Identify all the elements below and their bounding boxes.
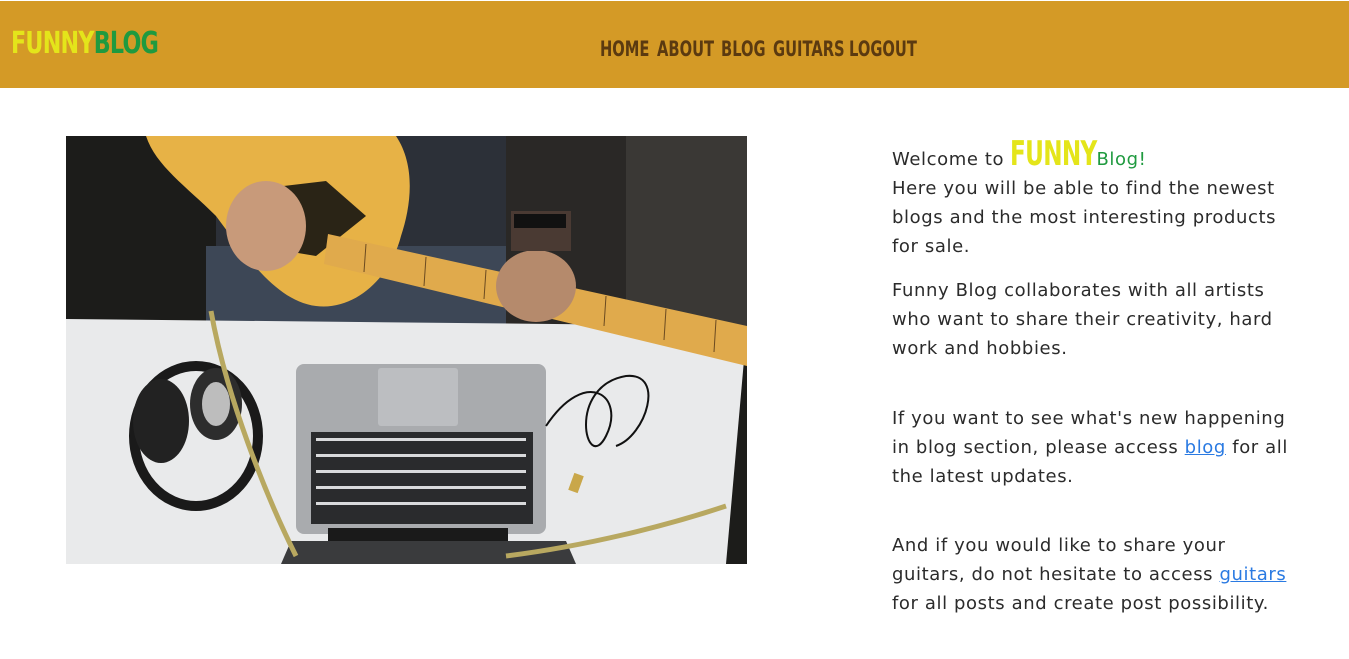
- nav-logout[interactable]: LOGOUT: [849, 37, 917, 61]
- blog-link[interactable]: blog: [1185, 437, 1226, 458]
- nav-guitars[interactable]: GUITARS: [773, 37, 845, 61]
- site-header: FUNNYBLOG HOME ABOUT BLOG GUITARS LOGOUT: [0, 1, 1349, 88]
- logo-funny: FUNNY: [11, 26, 94, 61]
- main-nav: HOME ABOUT BLOG GUITARS LOGOUT: [600, 37, 917, 61]
- welcome-blog: Blog!: [1096, 149, 1147, 170]
- nav-blog[interactable]: BLOG: [721, 37, 766, 61]
- intro-paragraph: Here you will be able to find the newest…: [892, 178, 1277, 257]
- collab-paragraph: Funny Blog collaborates with all artists…: [892, 280, 1273, 359]
- guitars-link[interactable]: guitars: [1219, 564, 1286, 585]
- guitars-paragraph: And if you would like to share your guit…: [892, 531, 1292, 618]
- nav-home[interactable]: HOME: [600, 37, 649, 61]
- welcome-section: Welcome to FUNNYBlog! Here you will be a…: [892, 134, 1292, 618]
- welcome-funny: FUNNY: [1010, 134, 1098, 174]
- logo-blog: BLOG: [93, 26, 159, 61]
- site-logo[interactable]: FUNNYBLOG: [11, 26, 159, 61]
- welcome-heading: Welcome to FUNNYBlog!: [892, 134, 1292, 174]
- welcome-prefix: Welcome to: [892, 149, 1011, 170]
- hero-image: [66, 136, 747, 564]
- nav-about[interactable]: ABOUT: [657, 37, 714, 61]
- guitars-paragraph-after: for all posts and create post possibilit…: [892, 593, 1269, 614]
- blog-paragraph: If you want to see what's new happening …: [892, 404, 1292, 491]
- guitars-paragraph-before: And if you would like to share your guit…: [892, 535, 1226, 585]
